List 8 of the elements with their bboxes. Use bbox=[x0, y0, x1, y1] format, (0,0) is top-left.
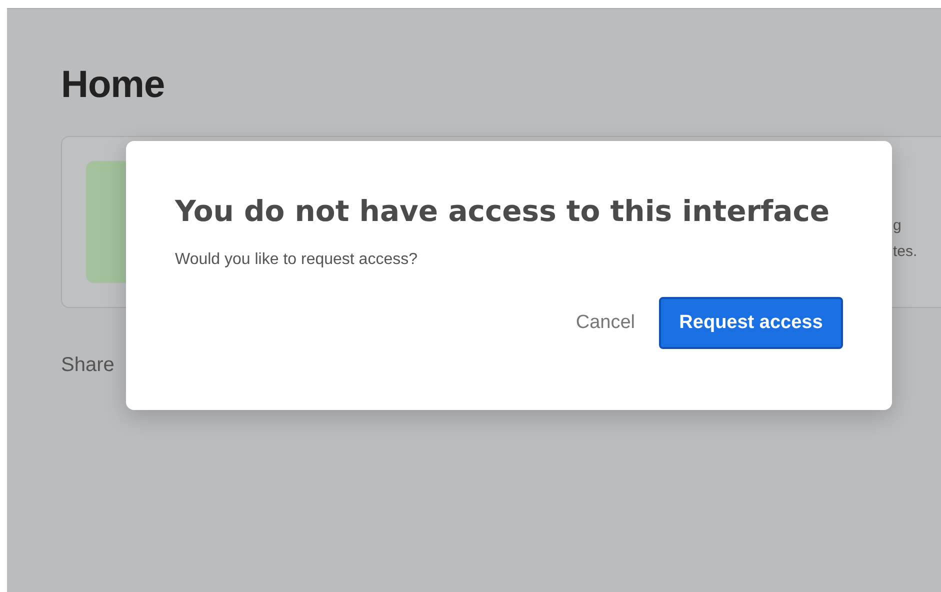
section-label: Share bbox=[61, 354, 116, 377]
dialog-message: Would you like to request access? bbox=[175, 251, 418, 269]
card-description: g bbox=[893, 216, 902, 236]
request-access-button[interactable]: Request access bbox=[659, 297, 843, 349]
page-title: Home bbox=[61, 63, 166, 108]
cancel-button[interactable]: Cancel bbox=[566, 304, 645, 342]
dialog-title: You do not have access to this interface bbox=[175, 193, 831, 230]
card-description: tes. bbox=[893, 242, 918, 262]
